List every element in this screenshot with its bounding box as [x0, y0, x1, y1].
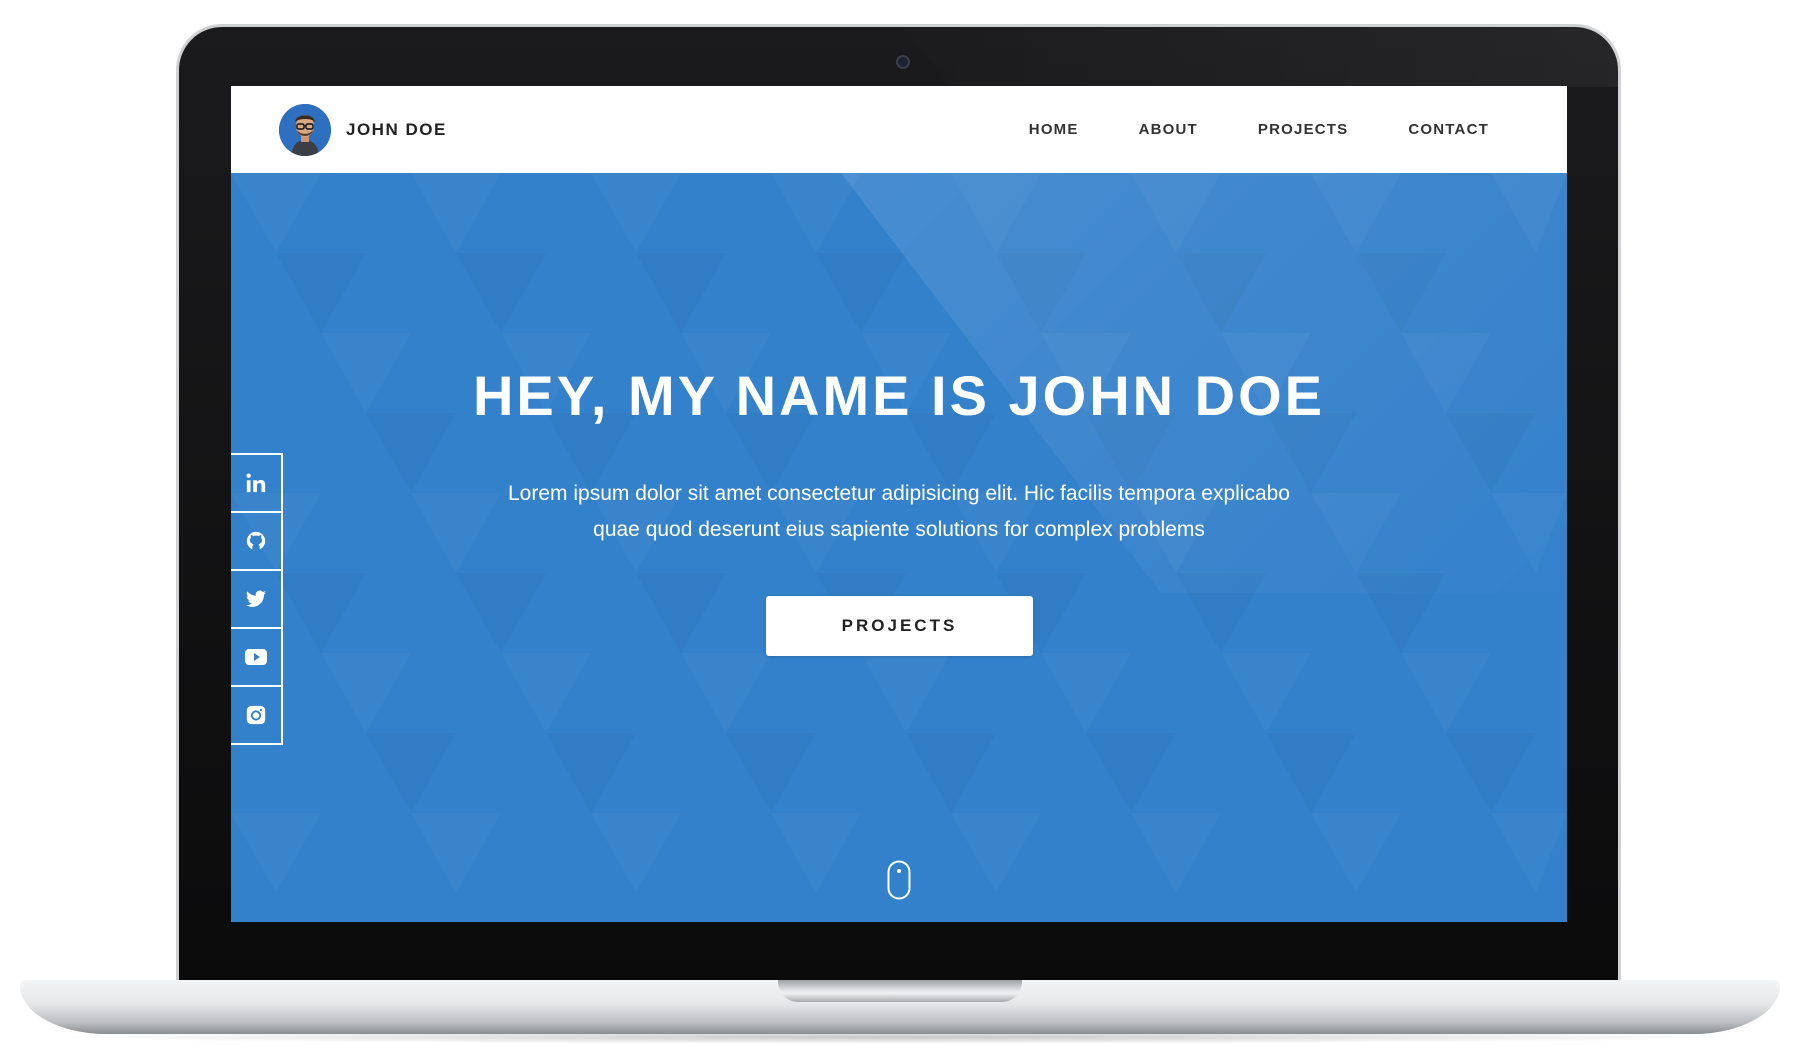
- twitter-link[interactable]: [231, 571, 281, 629]
- brand-name: JOHN DOE: [346, 119, 447, 139]
- instagram-icon: [246, 705, 266, 725]
- nav-link-projects[interactable]: PROJECTS: [1258, 121, 1348, 138]
- nav-link-contact[interactable]: CONTACT: [1408, 121, 1489, 138]
- laptop-notch: [778, 980, 1022, 1002]
- github-icon: [246, 531, 266, 551]
- youtube-link[interactable]: [231, 629, 281, 687]
- nav-link-about[interactable]: ABOUT: [1139, 121, 1198, 138]
- nav-link-home[interactable]: HOME: [1029, 121, 1079, 138]
- linkedin-link[interactable]: [231, 455, 281, 513]
- navbar: JOHN DOE HOME ABOUT PROJECTS CONTACT: [231, 86, 1567, 173]
- twitter-icon: [245, 590, 267, 607]
- brand[interactable]: JOHN DOE: [279, 103, 447, 156]
- social-sidebar: [231, 453, 283, 745]
- laptop-screen: JOHN DOE HOME ABOUT PROJECTS CONTACT HEY…: [231, 86, 1567, 922]
- hero-title: HEY, MY NAME IS JOHN DOE: [472, 364, 1325, 427]
- scroll-mouse-icon[interactable]: [887, 860, 911, 900]
- github-link[interactable]: [231, 513, 281, 571]
- nav-links: HOME ABOUT PROJECTS CONTACT: [969, 121, 1489, 138]
- hero-section: HEY, MY NAME IS JOHN DOE Lorem ipsum dol…: [231, 173, 1567, 922]
- instagram-link[interactable]: [231, 687, 281, 743]
- linkedin-icon: [246, 473, 266, 493]
- hero-description: Lorem ipsum dolor sit amet consectetur a…: [507, 482, 1290, 541]
- avatar: [279, 103, 331, 156]
- youtube-icon: [245, 649, 267, 665]
- camera-icon: [896, 55, 910, 69]
- projects-button[interactable]: PROJECTS: [766, 596, 1033, 656]
